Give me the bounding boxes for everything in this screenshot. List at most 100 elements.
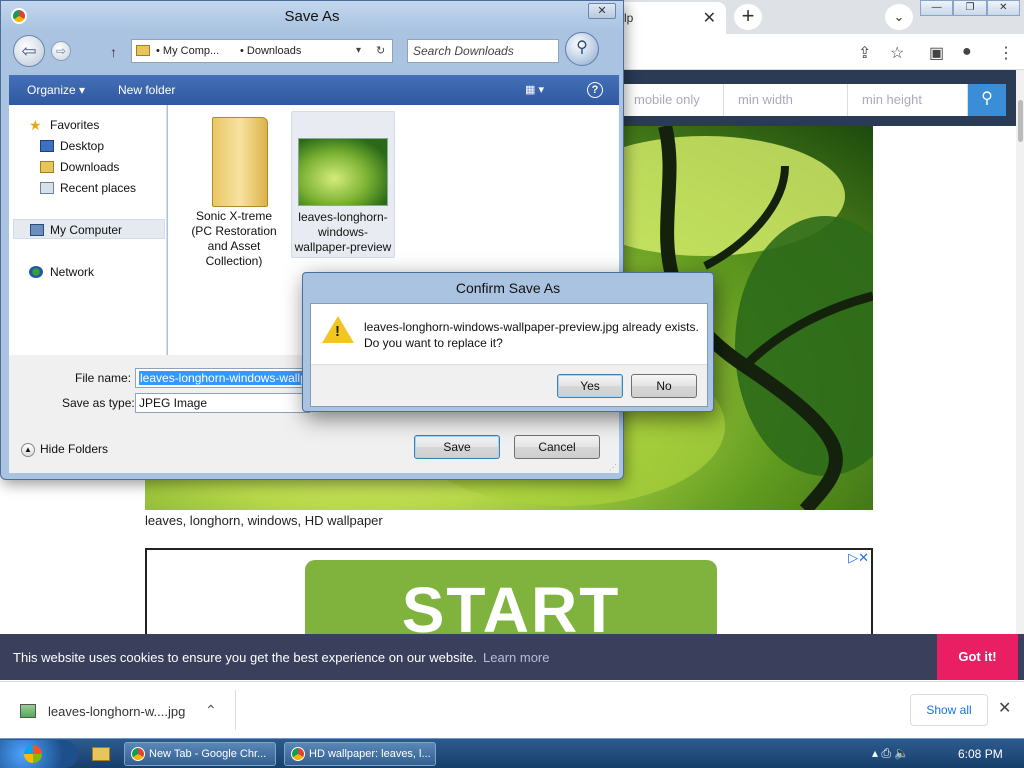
- maximize-button[interactable]: ❐: [953, 0, 987, 16]
- confirm-message-line1: leaves-longhorn-windows-wallpaper-previe…: [364, 320, 699, 334]
- minimize-button[interactable]: —: [920, 0, 954, 16]
- close-shelf-icon[interactable]: ✕: [998, 698, 1011, 718]
- profile-icon[interactable]: ●: [962, 43, 972, 61]
- tab-title: lp: [624, 11, 634, 25]
- file-name-label: File name:: [75, 371, 132, 385]
- confirm-save-as-dialog: Confirm Save As ! leaves-longhorn-window…: [302, 272, 714, 412]
- nav-my-computer[interactable]: My Computer: [13, 219, 165, 239]
- search-downloads-input[interactable]: Search Downloads: [407, 39, 559, 63]
- yes-button[interactable]: Yes: [557, 374, 623, 398]
- downloads-folder-icon: [40, 161, 54, 173]
- chevron-down-icon[interactable]: ▾: [356, 40, 361, 62]
- breadcrumb-my-computer[interactable]: • My Comp...: [156, 40, 219, 62]
- image-thumbnail: [298, 138, 388, 206]
- breadcrumb-separator: •: [240, 45, 244, 57]
- ad-start-button[interactable]: START: [305, 560, 717, 638]
- hide-folders-button[interactable]: ▲ Hide Folders: [21, 442, 108, 457]
- warning-icon-mark: !: [335, 323, 340, 340]
- organize-button[interactable]: Organize ▾: [27, 83, 85, 97]
- save-as-type-label: Save as type:: [62, 396, 135, 410]
- chevron-up-icon[interactable]: ⌃: [205, 702, 217, 719]
- taskbar-task-new-tab[interactable]: New Tab - Google Chr...: [124, 742, 276, 766]
- file-label: Sonic X-treme (PC Restoration and Asset …: [191, 209, 277, 268]
- cancel-button[interactable]: Cancel: [514, 435, 600, 459]
- windows-logo-icon: [24, 745, 42, 763]
- new-tab-button[interactable]: +: [734, 4, 762, 30]
- network-icon: [29, 266, 43, 278]
- taskbar-task-wallpaper[interactable]: HD wallpaper: leaves, l...: [284, 742, 436, 766]
- cookie-banner: This website uses cookies to ensure you …: [0, 634, 1024, 680]
- forward-arrow-icon[interactable]: ⇨: [51, 41, 71, 61]
- cookie-message: This website uses cookies to ensure you …: [13, 650, 477, 665]
- nav-favorites[interactable]: ★ Favorites: [9, 115, 167, 135]
- breadcrumb-downloads[interactable]: • Downloads: [240, 40, 301, 62]
- nav-desktop[interactable]: Desktop: [9, 136, 167, 156]
- show-all-button[interactable]: Show all: [910, 694, 988, 726]
- folder-icon: [136, 45, 150, 56]
- window-controls: — ❐ ✕: [920, 0, 1020, 16]
- nav-network[interactable]: Network: [9, 262, 167, 282]
- tab-close-icon[interactable]: ✕: [703, 8, 716, 28]
- image-file-item[interactable]: leaves-longhorn-windows-wallpaper-previe…: [291, 111, 395, 258]
- nav-recent-places[interactable]: Recent places: [9, 178, 167, 198]
- save-as-close-button[interactable]: ✕: [588, 3, 616, 19]
- no-button[interactable]: No: [631, 374, 697, 398]
- min-height-input[interactable]: min height: [848, 84, 968, 116]
- back-arrow-icon[interactable]: ⇦: [13, 35, 45, 67]
- download-item[interactable]: leaves-longhorn-w....jpg ⌃: [0, 690, 236, 730]
- nav-label: Downloads: [60, 160, 120, 174]
- save-as-titlebar[interactable]: Save As ✕: [1, 1, 623, 31]
- nav-label: Desktop: [60, 139, 105, 153]
- share-icon[interactable]: ⇪: [858, 43, 871, 63]
- mobile-only-filter[interactable]: mobile only: [620, 84, 724, 116]
- nav-downloads[interactable]: Downloads: [9, 157, 167, 177]
- sidebar-icon[interactable]: ▣: [929, 43, 944, 63]
- windows-taskbar: New Tab - Google Chr... HD wallpaper: le…: [0, 738, 1024, 768]
- breadcrumb-label: Downloads: [246, 45, 302, 57]
- navigation-pane: ★ Favorites Desktop Downloads Recent pla…: [9, 105, 167, 355]
- confirm-button-strip: Yes No: [311, 364, 707, 406]
- nav-label: Favorites: [50, 118, 100, 132]
- close-window-button[interactable]: ✕: [986, 0, 1020, 16]
- confirm-body: ! leaves-longhorn-windows-wallpaper-prev…: [310, 303, 708, 407]
- site-filter-bar: mobile only min width min height ⚲: [600, 70, 1024, 126]
- explorer-folder-icon[interactable]: [92, 747, 110, 761]
- bookmark-star-icon[interactable]: ☆: [890, 43, 904, 63]
- cookie-accept-button[interactable]: Got it!: [937, 634, 1018, 680]
- advertisement[interactable]: START ▷✕: [145, 548, 873, 638]
- up-arrow-icon[interactable]: ↑: [110, 44, 117, 60]
- clock[interactable]: 6:08 PM: [958, 747, 1003, 761]
- search-icon[interactable]: ⚲: [565, 32, 599, 66]
- hide-folders-label: Hide Folders: [40, 442, 109, 456]
- recent-places-icon: [40, 182, 54, 194]
- site-search-button[interactable]: ⚲: [968, 84, 1006, 116]
- page-scrollbar[interactable]: [1016, 70, 1024, 634]
- page-scrollbar-thumb[interactable]: [1018, 100, 1023, 142]
- ad-choices-icon[interactable]: ▷✕: [848, 550, 869, 566]
- save-as-type-select[interactable]: JPEG Image: [135, 393, 310, 413]
- confirm-title: Confirm Save As: [455, 280, 561, 296]
- confirm-message-line2: Do you want to replace it?: [364, 336, 503, 350]
- file-name-field[interactable]: leaves-longhorn-windows-wallpaper-previe…: [135, 368, 310, 388]
- image-file-icon: [20, 704, 36, 718]
- address-bar[interactable]: • My Comp... • Downloads ▾ ↻: [131, 39, 393, 63]
- view-options-icon[interactable]: ▦ ▾: [525, 83, 544, 96]
- new-folder-button[interactable]: New folder: [118, 83, 175, 97]
- save-button[interactable]: Save: [414, 435, 500, 459]
- help-icon[interactable]: ?: [587, 82, 603, 98]
- cookie-learn-more-link[interactable]: Learn more: [483, 650, 549, 665]
- min-width-input[interactable]: min width: [724, 84, 848, 116]
- folder-icon: [212, 117, 268, 207]
- refresh-icon[interactable]: ↻: [376, 40, 385, 62]
- file-label: leaves-longhorn-windows-wallpaper-previe…: [294, 210, 392, 254]
- command-bar: Organize ▾ New folder ▦ ▾ ?: [9, 75, 619, 105]
- menu-icon[interactable]: ⋮: [998, 43, 1014, 63]
- file-name-value: leaves-longhorn-windows-wallpaper-previe…: [139, 371, 309, 385]
- system-tray-icons[interactable]: ▴ ⎙ 🔈: [872, 746, 909, 761]
- resize-grip-icon[interactable]: ⋰: [609, 463, 617, 472]
- desktop-icon: [40, 140, 54, 152]
- folder-item[interactable]: Sonic X-treme (PC Restoration and Asset …: [182, 111, 286, 268]
- chrome-icon: [131, 747, 145, 761]
- start-button[interactable]: [0, 740, 78, 768]
- tab-search-button[interactable]: ⌄: [885, 4, 913, 30]
